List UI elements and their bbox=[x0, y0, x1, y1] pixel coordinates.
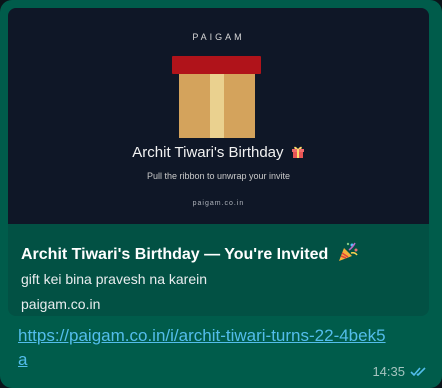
gift-box-lid bbox=[172, 56, 261, 74]
link-domain: paigam.co.in bbox=[21, 296, 101, 312]
link-title-row[interactable]: Archit Tiwari's Birthday — You're Invite… bbox=[21, 241, 421, 264]
preview-title-row: Archit Tiwari's Birthday bbox=[8, 144, 429, 161]
link-description: gift kei bina pravesh na karein bbox=[21, 271, 207, 287]
link-preview-image[interactable]: PAIGAM Archit Tiwari's Birthday Pull the… bbox=[8, 8, 429, 224]
preview-subtitle: Pull the ribbon to unwrap your invite bbox=[146, 171, 291, 181]
message-meta: 14:35 bbox=[372, 364, 428, 379]
preview-domain: paigam.co.in bbox=[192, 200, 245, 207]
brand-label: PAIGAM bbox=[192, 32, 245, 42]
message-url-link[interactable]: https://paigam.co.in/i/archit-tiwari-tur… bbox=[18, 324, 390, 372]
preview-title: Archit Tiwari's Birthday bbox=[132, 144, 284, 161]
link-title: Archit Tiwari's Birthday — You're Invite… bbox=[21, 246, 329, 263]
message-time: 14:35 bbox=[372, 364, 405, 379]
message-bubble: PAIGAM Archit Tiwari's Birthday Pull the… bbox=[0, 0, 442, 388]
link-preview-card[interactable]: PAIGAM Archit Tiwari's Birthday Pull the… bbox=[8, 8, 429, 316]
double-check-icon bbox=[410, 367, 426, 377]
gift-icon bbox=[291, 146, 304, 158]
gift-box-ribbon bbox=[210, 74, 224, 138]
party-popper-icon bbox=[338, 242, 358, 261]
